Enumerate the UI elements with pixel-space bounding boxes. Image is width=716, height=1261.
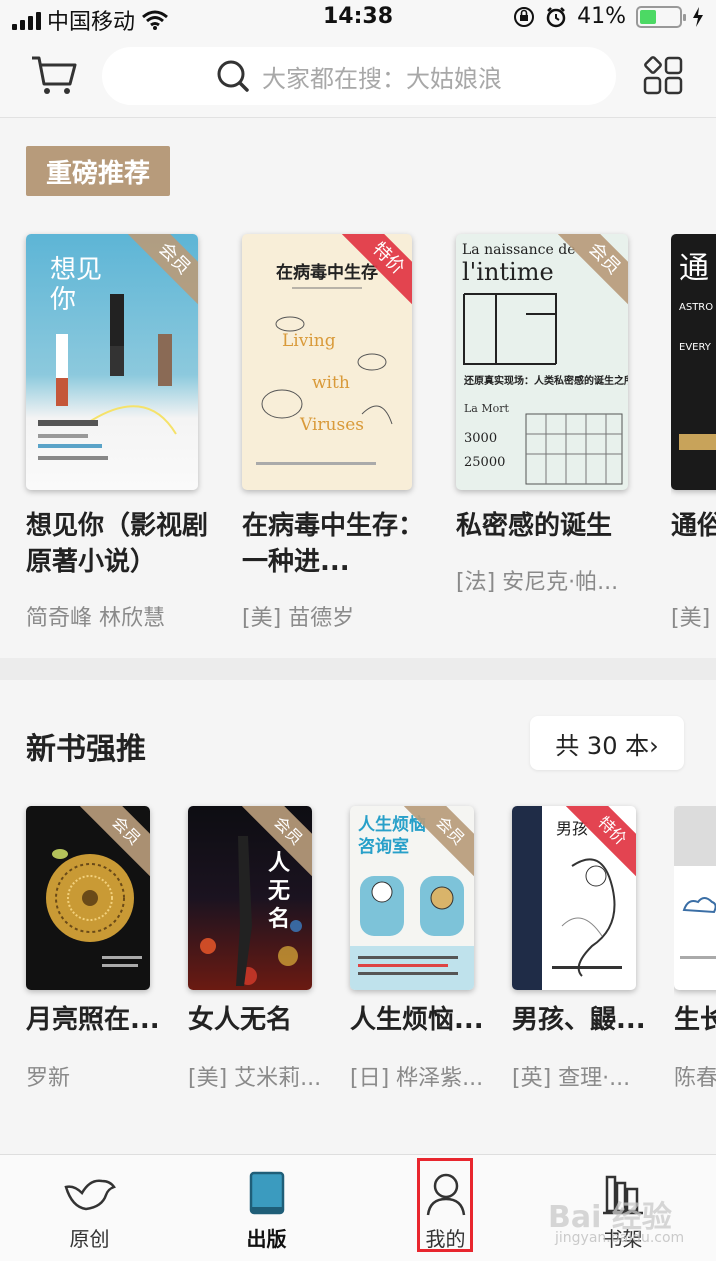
book-author: [美] 艾米莉... [188,1066,322,1091]
section-divider [0,658,716,680]
svg-text:La Mort: La Mort [464,402,510,415]
book-cover[interactable]: 会员 [26,806,150,990]
book-author: 简奇峰 林欣慧 [26,606,165,631]
svg-text:Living: Living [282,331,336,351]
tab-original[interactable]: 原创 [0,1155,179,1261]
svg-text:3000: 3000 [464,431,497,446]
book-card[interactable]: 通 ASTRO EVERY 通俗（2 [美] [671,234,716,634]
book-author: [美] 苗德岁 [242,606,355,631]
book-cover[interactable]: 在病毒中生存 Living with Viruses 特价 [242,234,412,490]
cover-art [674,806,716,959]
book-author: [美] [671,606,711,631]
search-bar[interactable]: 大家都在搜：大姑娘浪 [102,47,616,105]
svg-text:ASTRO: ASTRO [679,302,713,313]
search-placeholder: 大家都在搜：大姑娘浪 [262,64,502,93]
svg-text:无: 无 [268,879,290,904]
book-cover[interactable] [674,806,716,990]
svg-text:咨询室: 咨询室 [358,836,409,857]
search-icon [217,60,249,92]
view-all-button[interactable]: 共 30 本› [530,716,684,770]
book-author: [英] 查理·... [512,1066,631,1091]
svg-text:你: 你 [50,285,76,315]
book-author: [日] 桦泽紫... [350,1066,484,1091]
svg-text:EVERY: EVERY [679,342,712,353]
tab-publish[interactable]: 出版 [177,1155,356,1261]
svg-text:l'intime: l'intime [462,258,554,286]
battery-icon [636,5,686,28]
book-cover[interactable]: 人生烦恼 咨询室 会员 [350,806,474,990]
book-author: 罗新 [26,1066,71,1091]
cover-art: 通 ASTRO EVERY [679,251,716,450]
alarm-icon [546,6,566,27]
bird-icon [63,1179,116,1211]
svg-text:人: 人 [268,851,290,876]
grid-icon[interactable] [643,56,683,96]
book-author: [法] 安尼克·帕... [456,570,619,595]
featured-badge: 重磅推荐 [26,146,171,196]
book-cover[interactable]: 人 无 名 会员 [188,806,312,990]
svg-text:还原真实现场：人类私密感的诞生之所: 还原真实现场：人类私密感的诞生之所 [463,374,628,387]
book-cover[interactable]: 男孩 特价 [512,806,636,990]
book-title: 通俗（2 [671,511,716,541]
book-title: 女人无名 [188,1005,293,1035]
top-header: 大家都在搜：大姑娘浪 [0,34,716,118]
battery-percent: 41% [577,4,626,29]
book-icon [249,1171,284,1215]
book-title: 男孩、鼹... [512,1005,646,1035]
svg-text:在病毒中生存: 在病毒中生存 [276,262,378,283]
annotation-highlight-box [417,1158,473,1252]
svg-text:名: 名 [268,906,290,932]
book-title: 想见你（影视剧原著小说） [26,511,209,577]
svg-text:想见: 想见 [50,255,102,285]
book-card[interactable]: 生长 陈春 [674,806,716,1106]
book-title: 生长 [674,1005,716,1035]
svg-text:25000: 25000 [464,455,505,470]
tab-label: 原创 [69,1227,110,1251]
book-author: 陈春 [674,1066,716,1091]
book-title: 在病毒中生存：一种进... [242,511,425,577]
cart-icon[interactable] [30,54,78,98]
new-books-section: 新书强推 共 30 本› 会员 月亮照在... 罗新 人 无 名 会员 女人无名… [0,680,716,1154]
svg-text:with: with [312,373,350,393]
status-bar: 中国移动 14:38 41% [0,0,716,35]
book-cover[interactable]: La naissance de l'intime 还原真实现场：人类私密感的诞生… [456,234,628,490]
section-title: 新书强推 [26,732,146,767]
tab-label: 出版 [246,1227,287,1251]
book-title: 私密感的诞生 [456,511,613,541]
svg-text:通: 通 [679,251,709,286]
book-cover[interactable]: 通 ASTRO EVERY [671,234,716,490]
svg-text:La naissance de: La naissance de [462,242,576,258]
charging-icon [693,6,703,27]
status-right: 41% [513,4,704,29]
book-title: 人生烦恼... [350,1005,484,1035]
rotation-lock-icon [514,6,535,27]
featured-section: 重磅推荐 想见 你 会员 想见你（影视剧原著小说） 简奇峰 林欣慧 在病毒中生存… [0,126,716,658]
watermark-sub: jingyan.baidu.com [555,1230,685,1246]
book-title: 月亮照在... [26,1005,160,1035]
book-cover[interactable]: 想见 你 会员 [26,234,198,490]
svg-text:Viruses: Viruses [299,415,364,435]
